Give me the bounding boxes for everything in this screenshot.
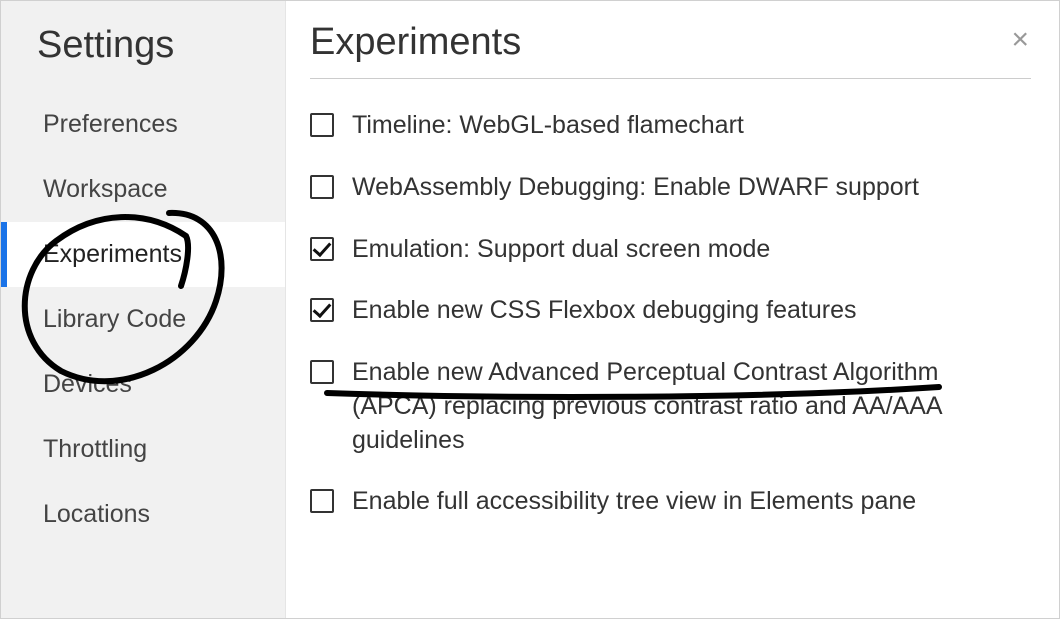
sidebar-item-locations[interactable]: Locations <box>1 482 285 547</box>
experiment-label: Emulation: Support dual screen mode <box>352 233 770 267</box>
experiment-checkbox[interactable] <box>310 489 334 513</box>
sidebar-title: Settings <box>1 1 285 92</box>
close-button[interactable]: × <box>1011 25 1029 55</box>
experiment-row: WebAssembly Debugging: Enable DWARF supp… <box>310 157 1055 219</box>
sidebar-item-label: Preferences <box>43 110 178 138</box>
experiment-label: Enable full accessibility tree view in E… <box>352 485 916 519</box>
sidebar-item-label: Workspace <box>43 175 168 203</box>
experiment-checkbox[interactable] <box>310 237 334 261</box>
sidebar-item-preferences[interactable]: Preferences <box>1 92 285 157</box>
sidebar-item-throttling[interactable]: Throttling <box>1 417 285 482</box>
experiment-row: Enable new CSS Flexbox debugging feature… <box>310 280 1055 342</box>
sidebar-item-label: Throttling <box>43 435 147 463</box>
experiment-row: Enable new Advanced Perceptual Contrast … <box>310 342 1055 471</box>
experiment-row: Enable full accessibility tree view in E… <box>310 471 1055 533</box>
experiment-label: Enable new CSS Flexbox debugging feature… <box>352 294 857 328</box>
sidebar-item-label: Locations <box>43 500 150 528</box>
sidebar-item-label: Library Code <box>43 305 186 333</box>
experiment-row: Emulation: Support dual screen mode <box>310 219 1055 281</box>
experiment-row: Timeline: WebGL-based flamechart <box>310 95 1055 157</box>
experiment-label: Timeline: WebGL-based flamechart <box>352 109 744 143</box>
experiments-list[interactable]: Timeline: WebGL-based flamechart WebAsse… <box>310 95 1059 618</box>
experiment-checkbox[interactable] <box>310 175 334 199</box>
sidebar-item-label: Devices <box>43 370 132 398</box>
sidebar-item-devices[interactable]: Devices <box>1 352 285 417</box>
page-title: Experiments <box>310 21 1031 79</box>
experiment-checkbox[interactable] <box>310 360 334 384</box>
experiment-label: Enable new Advanced Perceptual Contrast … <box>352 356 992 457</box>
sidebar-item-experiments[interactable]: Experiments <box>1 222 285 287</box>
settings-sidebar: Settings Preferences Workspace Experimen… <box>1 1 286 618</box>
close-icon: × <box>1011 23 1029 56</box>
experiment-checkbox[interactable] <box>310 113 334 137</box>
sidebar-item-workspace[interactable]: Workspace <box>1 157 285 222</box>
sidebar-item-library-code[interactable]: Library Code <box>1 287 285 352</box>
settings-panel: Settings Preferences Workspace Experimen… <box>0 0 1060 619</box>
sidebar-item-label: Experiments <box>43 240 182 268</box>
main-content: × Experiments Timeline: WebGL-based flam… <box>286 1 1059 618</box>
experiment-checkbox[interactable] <box>310 298 334 322</box>
experiment-label: WebAssembly Debugging: Enable DWARF supp… <box>352 171 919 205</box>
